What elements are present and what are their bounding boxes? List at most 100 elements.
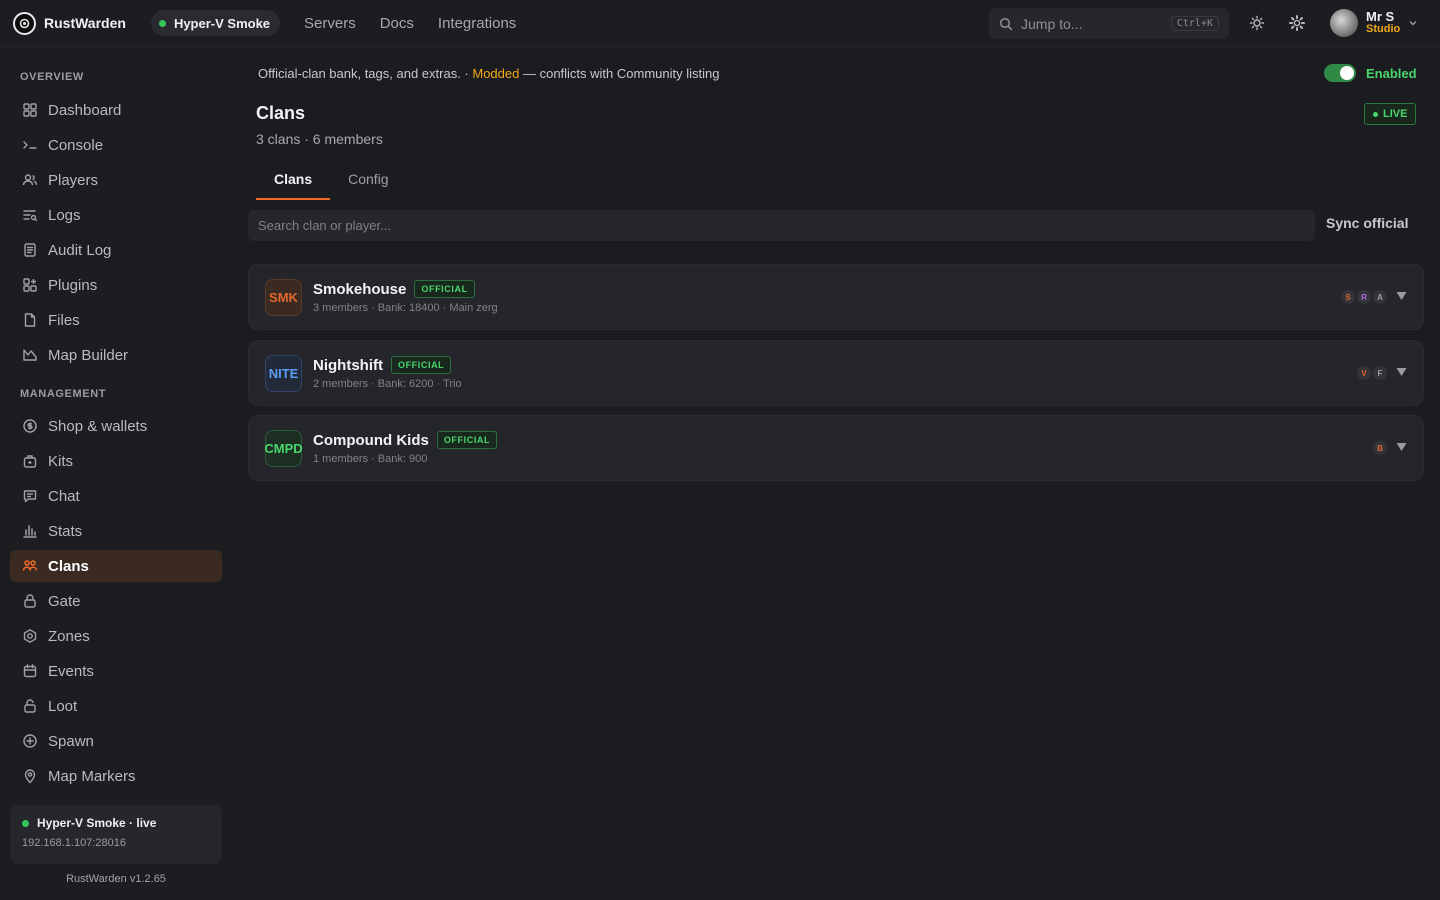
sidebar-item-map-builder[interactable]: Map Builder xyxy=(10,339,222,371)
terminal-icon xyxy=(23,141,37,149)
kit-icon xyxy=(23,455,37,468)
sidebar-item-map-markers[interactable]: Map Markers xyxy=(10,760,222,792)
sidebar-item-events[interactable]: Events xyxy=(10,655,222,687)
expand-caret-icon[interactable] xyxy=(1396,442,1407,452)
shortcut-hint: Ctrl+K xyxy=(1170,16,1219,31)
brand-name: RustWarden xyxy=(44,15,126,31)
server-status-dot-icon xyxy=(158,19,166,27)
plugin-notice: Official-clan bank, tags, and extras. · … xyxy=(258,66,720,81)
plugin-icon xyxy=(23,278,37,292)
toggle-switch[interactable] xyxy=(1324,64,1356,82)
settings-gear-icon[interactable] xyxy=(1288,14,1306,32)
sidebar-item-console[interactable]: Console xyxy=(10,129,222,161)
sidebar-item-kits[interactable]: Kits xyxy=(10,445,222,477)
loot-icon xyxy=(24,699,36,713)
sidebar-item-files[interactable]: Files xyxy=(10,304,222,336)
member-avatars: B xyxy=(1373,441,1387,455)
member-avatar: A xyxy=(1373,290,1387,304)
sidebar-item-logs[interactable]: Logs xyxy=(10,199,222,231)
sidebar-item-label: Zones xyxy=(48,627,90,645)
clan-tag-badge: NITE xyxy=(265,355,302,392)
live-dot-icon xyxy=(22,819,29,827)
file-icon xyxy=(24,313,36,327)
clans-icon xyxy=(22,560,38,571)
sidebar-item-label: Events xyxy=(48,662,94,680)
expand-caret-icon[interactable] xyxy=(1396,291,1407,301)
sidebar-item-label: Players xyxy=(48,171,99,189)
sidebar-item-label: Files xyxy=(48,311,80,329)
jump-to-search[interactable]: Jump to... Ctrl+K xyxy=(989,8,1229,39)
status-title: Hyper-V Smoke · live xyxy=(37,816,157,830)
theme-toggle-icon[interactable] xyxy=(1248,14,1266,32)
clan-card-compound-kids[interactable]: CMPD Compound Kids OFFICIAL 1 members · … xyxy=(248,415,1424,481)
sidebar-item-label: Spawn xyxy=(48,732,94,750)
user-org: Studio xyxy=(1366,23,1401,35)
toggle-label: Enabled xyxy=(1366,65,1417,81)
sidebar-item-label: Stats xyxy=(48,522,83,540)
clan-card-smokehouse[interactable]: SMK Smokehouse OFFICIAL 3 members · Bank… xyxy=(248,264,1424,330)
section-label-management: MANAGEMENT xyxy=(20,388,107,400)
chevron-down-icon xyxy=(1409,21,1417,26)
users-icon xyxy=(22,174,38,186)
tab-config[interactable]: Config xyxy=(330,171,406,199)
sidebar-item-label: Logs xyxy=(48,206,81,224)
sidebar-item-label: Kits xyxy=(48,452,74,470)
app-version: RustWarden v1.2.65 xyxy=(66,873,166,885)
page-title: Clans xyxy=(256,103,306,123)
sidebar-item-audit-log[interactable]: Audit Log xyxy=(10,234,222,266)
nav-integrations[interactable]: Integrations xyxy=(438,15,516,32)
clan-meta: 1 members · Bank: 900 xyxy=(313,453,428,465)
member-avatars: S R A xyxy=(1341,290,1387,304)
sidebar-item-chat[interactable]: Chat xyxy=(10,480,222,512)
map-icon xyxy=(23,349,37,361)
zone-icon xyxy=(23,628,37,644)
sidebar-item-clans[interactable]: Clans xyxy=(10,550,222,582)
enabled-toggle[interactable]: Enabled xyxy=(1324,64,1417,82)
clan-tag-badge: CMPD xyxy=(264,430,303,467)
sidebar-item-spawn[interactable]: Spawn xyxy=(10,725,222,757)
live-dot-icon xyxy=(1373,111,1378,117)
pin-icon xyxy=(24,769,36,784)
brand[interactable]: RustWarden xyxy=(13,11,126,35)
sidebar-item-stats[interactable]: Stats xyxy=(10,515,222,547)
member-avatar: V xyxy=(1357,366,1371,380)
member-avatar: B xyxy=(1373,441,1387,455)
nav-servers[interactable]: Servers xyxy=(304,15,356,32)
sidebar-item-players[interactable]: Players xyxy=(10,164,222,196)
top-nav: Servers Docs Integrations xyxy=(304,15,516,32)
document-icon xyxy=(24,243,36,257)
clan-card-nightshift[interactable]: NITE Nightshift OFFICIAL 2 members · Ban… xyxy=(248,340,1424,406)
sidebar-item-loot[interactable]: Loot xyxy=(10,690,222,722)
server-status-card[interactable]: Hyper-V Smoke · live 192.168.1.107:28016 xyxy=(10,805,222,864)
main-content: Official-clan bank, tags, and extras. · … xyxy=(232,47,1440,900)
logs-icon xyxy=(23,210,38,222)
clan-tag-badge: SMK xyxy=(265,279,302,316)
user-menu[interactable]: Mr S Studio xyxy=(1330,9,1418,37)
page-subtitle: 3 clans · 6 members xyxy=(256,131,383,147)
sidebar-item-label: Plugins xyxy=(48,276,98,294)
sidebar-item-label: Map Builder xyxy=(48,346,129,364)
server-pill-label: Hyper-V Smoke xyxy=(173,15,271,31)
sidebar-item-label: Loot xyxy=(48,697,78,715)
expand-caret-icon[interactable] xyxy=(1396,367,1407,377)
coin-icon xyxy=(23,419,37,433)
clan-name: Nightshift xyxy=(313,356,383,374)
sidebar-item-shop-wallets[interactable]: Shop & wallets xyxy=(10,410,222,442)
search-icon xyxy=(999,17,1013,30)
sidebar-item-label: Map Markers xyxy=(48,767,136,785)
rustwarden-logo-icon xyxy=(13,11,36,35)
sidebar-item-gate[interactable]: Gate xyxy=(10,585,222,617)
section-label-overview: OVERVIEW xyxy=(20,71,84,83)
sidebar-item-dashboard[interactable]: Dashboard xyxy=(10,94,222,126)
member-avatars: V F xyxy=(1357,366,1387,380)
tab-clans[interactable]: Clans xyxy=(256,171,331,200)
calendar-icon xyxy=(23,664,37,678)
sync-official-button[interactable]: Sync official xyxy=(1326,215,1408,231)
sidebar-item-zones[interactable]: Zones xyxy=(10,620,222,652)
sidebar-item-plugins[interactable]: Plugins xyxy=(10,269,222,301)
nav-docs[interactable]: Docs xyxy=(380,15,414,32)
member-avatar: S xyxy=(1341,290,1355,304)
official-badge: OFFICIAL xyxy=(414,280,475,298)
server-selector[interactable]: Hyper-V Smoke xyxy=(150,10,281,36)
search-input[interactable] xyxy=(248,210,1315,241)
